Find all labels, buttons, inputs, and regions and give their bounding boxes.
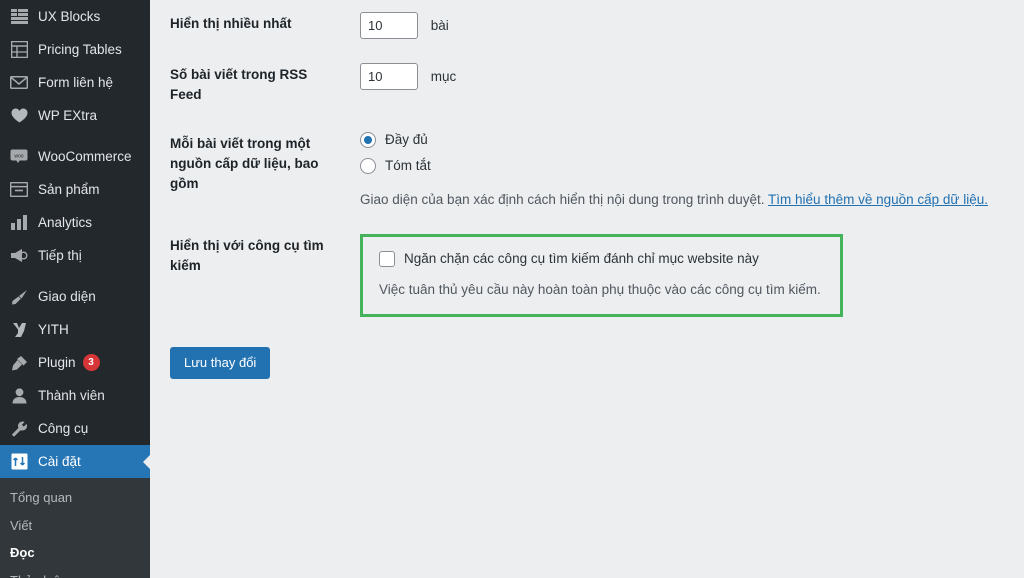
sidebar-item-label: Sản phẩm [38,181,100,197]
yith-logo-icon [8,320,30,340]
save-changes-button[interactable]: Lưu thay đổi [170,347,271,379]
svg-text:woo: woo [14,153,23,159]
row-blog-pages: Hiển thị nhiều nhất bài [150,0,1024,51]
sidebar-item-yith[interactable]: YITH [0,313,150,346]
blog-public-checkbox-label: Ngăn chặn các công cụ tìm kiếm đánh chỉ … [404,250,759,266]
sidebar-item-label: YITH [38,321,69,337]
row-rss-items: Số bài viết trong RSS Feed mục [150,51,1024,120]
sidebar-item-label: WooCommerce [38,148,132,164]
sidebar-item-label: Thành viên [38,387,105,403]
envelope-icon [8,73,30,93]
sidebar-item-users[interactable]: Thành viên [0,379,150,412]
rss-items-unit: mục [430,69,457,84]
product-box-icon [8,180,30,200]
sidebar-item-label: Tiếp thị [38,247,82,263]
plug-icon [8,353,30,373]
submenu-item-writing[interactable]: Viết [0,512,150,540]
search-visibility-checkbox-row[interactable]: Ngăn chặn các công cụ tìm kiếm đánh chỉ … [379,250,824,268]
sidebar-item-label: Công cụ [38,420,89,436]
sidebar-item-pricing-tables[interactable]: Pricing Tables [0,33,150,66]
sidebar-item-settings[interactable]: Cài đặt [0,445,150,478]
label-rss-items: Số bài viết trong RSS Feed [170,67,308,103]
heart-icon [8,106,30,126]
sidebar-item-label: Analytics [38,214,93,230]
label-blog-pages: Hiển thị nhiều nhất [170,16,292,31]
table-icon [8,40,30,60]
user-icon [8,386,30,406]
sidebar-item-ux-blocks[interactable]: UX Blocks [0,0,150,33]
submenu-item-discussion[interactable]: Thảo luận [0,567,150,578]
admin-screen: UX Blocks Pricing Tables Form liên hệ WP… [0,0,1024,578]
sidebar-item-label: UX Blocks [38,8,101,24]
sidebar-item-plugins[interactable]: Plugin 3 [0,346,150,379]
radio-summary[interactable] [360,157,376,174]
megaphone-icon [8,246,30,266]
sidebar-item-wp-extra[interactable]: WP EXtra [0,99,150,132]
row-feed-content: Mỗi bài viết trong một nguồn cấp dữ liệu… [150,120,1024,222]
feed-learn-more-link[interactable]: Tìm hiểu thêm về nguồn cấp dữ liệu. [768,192,988,207]
sidebar-item-label: WP EXtra [38,107,98,123]
reading-settings-form: Hiển thị nhiều nhất bài Số bài viết tron… [150,0,1024,329]
sidebar-item-label: Pricing Tables [38,41,122,57]
radio-summary-label: Tóm tắt [385,158,431,173]
blog-public-checkbox[interactable] [379,250,395,267]
wrench-icon [8,419,30,439]
sidebar-item-analytics[interactable]: Analytics [0,206,150,239]
sidebar-item-marketing[interactable]: Tiếp thị [0,239,150,272]
feed-content-description: Giao diện của bạn xác định cách hiển thị… [360,190,1014,210]
settings-sliders-icon [8,452,30,472]
sidebar-item-products[interactable]: Sản phẩm [0,173,150,206]
blog-pages-input[interactable] [360,12,418,39]
submenu-item-reading[interactable]: Đọc [0,539,150,567]
settings-submenu: Tổng quan Viết Đọc Thảo luận [0,478,150,578]
label-search-visibility: Hiển thị với công cụ tìm kiếm [170,237,324,273]
radio-option-summary[interactable]: Tóm tắt [360,157,1014,174]
active-arrow-indicator [143,453,150,470]
submit-area: Lưu thay đổi [150,329,1024,379]
radio-full-text[interactable] [360,131,376,148]
search-visibility-highlight: Ngăn chặn các công cụ tìm kiếm đánh chỉ … [360,233,843,318]
sidebar-item-label: Plugin [38,354,76,370]
admin-sidebar: UX Blocks Pricing Tables Form liên hệ WP… [0,0,150,578]
search-visibility-note: Việc tuân thủ yêu cầu này hoàn toàn phụ … [379,282,821,298]
woocommerce-icon: woo [8,147,30,167]
row-search-visibility: Hiển thị với công cụ tìm kiếm Ngăn chặn … [150,222,1024,329]
blocks-icon [8,7,30,27]
reading-settings-content: Hiển thị nhiều nhất bài Số bài viết tron… [150,0,1024,578]
sidebar-item-appearance[interactable]: Giao diện [0,280,150,313]
sidebar-item-contact-form[interactable]: Form liên hệ [0,66,150,99]
sidebar-item-label: Giao diện [38,288,96,304]
blog-pages-unit: bài [430,18,449,33]
bar-chart-icon [8,213,30,233]
feed-description-text: Giao diện của bạn xác định cách hiển thị… [360,191,769,207]
paintbrush-icon [8,287,30,307]
submenu-item-general[interactable]: Tổng quan [0,484,150,512]
sidebar-item-tools[interactable]: Công cụ [0,412,150,445]
radio-full-text-label: Đầy đủ [385,132,428,147]
sidebar-item-label: Form liên hệ [38,74,114,90]
sidebar-item-label: Cài đặt [38,453,81,469]
plugin-update-badge: 3 [82,354,100,371]
sidebar-item-woocommerce[interactable]: woo WooCommerce [0,140,150,173]
radio-option-full[interactable]: Đầy đủ [360,131,1014,148]
label-feed-content: Mỗi bài viết trong một nguồn cấp dữ liệu… [170,135,319,192]
rss-items-input[interactable] [360,63,418,90]
